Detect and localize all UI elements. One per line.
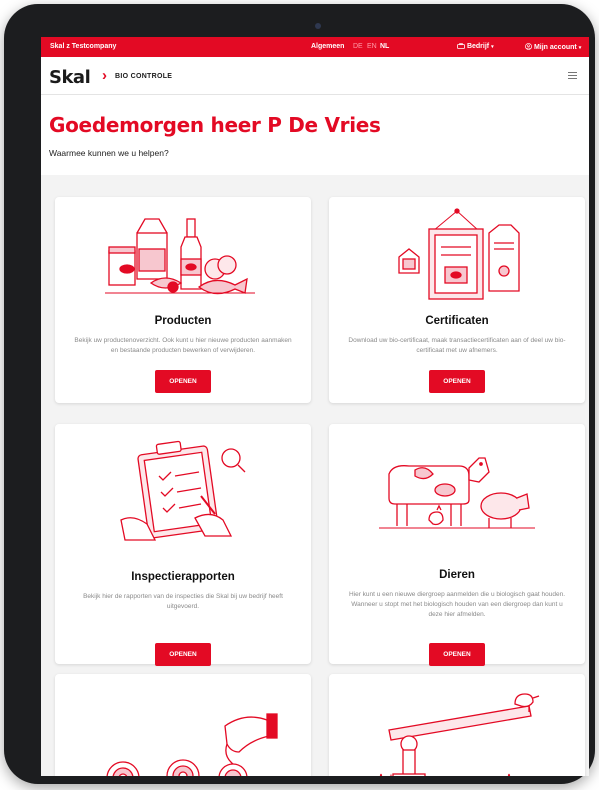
card-inspectierapporten: Inspectierapporten Bekijk hier de rappor… — [55, 424, 311, 666]
tablet-device: Skal z Testcompany Algemeen DE EN NL Bed… — [4, 4, 595, 784]
certificates-icon — [398, 208, 520, 300]
chevron-down-icon: ▾ — [578, 45, 582, 51]
card-certificaten: Certificaten Download uw bio-certificaat… — [329, 197, 585, 403]
card-description: Bekijk hier de rapporten van de inspecti… — [83, 593, 283, 610]
open-producten-button[interactable]: OPENEN — [155, 370, 211, 393]
card-description-line: Hier kunt u een nieuwe diergroep aanmeld… — [348, 591, 566, 598]
card-description-line: Wanneer u stopt met het biologisch houde… — [351, 601, 563, 618]
barrier-machine-icon — [379, 693, 540, 776]
groceries-icon — [105, 218, 255, 295]
card-title: Inspectierapporten — [131, 571, 235, 583]
app-screen: Skal z Testcompany Algemeen DE EN NL Bed… — [41, 37, 589, 776]
account-menu[interactable]: Mijn account ▾ — [525, 43, 581, 51]
hamburger-menu-icon[interactable] — [568, 72, 577, 81]
card-dieren: Dieren Hier kunt u een nieuwe diergroep … — [329, 424, 585, 666]
card-title: Producten — [154, 315, 212, 327]
bedrijf-label: Bedrijf — [466, 43, 490, 50]
open-certificaten-button[interactable]: OPENEN — [429, 370, 485, 393]
open-inspectierapporten-button[interactable]: OPENEN — [155, 643, 211, 666]
farm-animals-icon — [379, 457, 535, 529]
greeting-section: Goedemorgen heer P De Vries Waarmee kunn… — [41, 95, 589, 175]
top-bar: Skal z Testcompany Algemeen DE EN NL Bed… — [41, 37, 589, 57]
clipboard-icon — [120, 440, 246, 541]
card-description: Download uw bio-certificaat, maak transa… — [348, 337, 566, 354]
company-name[interactable]: Skal z Testcompany — [50, 43, 116, 50]
page-subtitle: Waarmee kunnen we u helpen? — [49, 148, 169, 158]
chevron-down-icon: ▾ — [491, 44, 494, 50]
site-header: Skal › BIO CONTROLE — [41, 57, 589, 95]
open-dieren-button[interactable]: OPENEN — [429, 643, 485, 666]
card-title: Certificaten — [425, 315, 489, 327]
logo-subtitle: BIO CONTROLE — [115, 73, 173, 80]
card-producten: Producten Bekijk uw productenoverzicht. … — [55, 197, 311, 403]
camera-icon — [315, 23, 321, 29]
language-de[interactable]: DE — [353, 43, 363, 50]
user-icon — [525, 43, 532, 50]
coins-icon — [106, 713, 278, 776]
card-title: Dieren — [439, 569, 475, 581]
algemeen-link[interactable]: Algemeen — [311, 43, 344, 50]
card-description: Bekijk uw productenoverzicht. Ook kunt u… — [74, 337, 292, 354]
language-nl[interactable]: NL — [380, 43, 389, 50]
logo[interactable]: Skal — [49, 67, 91, 88]
bedrijf-menu[interactable]: Bedrijf ▾ — [457, 43, 494, 50]
language-en[interactable]: EN — [367, 43, 377, 50]
card-description: Hier kunt u een nieuwe diergroep aanmeld… — [347, 590, 567, 620]
logo-chevron-icon: › — [102, 67, 107, 84]
page-title: Goedemorgen heer P De Vries — [49, 113, 381, 137]
card-partial-coins — [55, 674, 311, 776]
card-partial-machine — [329, 674, 585, 776]
briefcase-icon — [457, 43, 465, 49]
account-label: Mijn account — [533, 44, 577, 51]
